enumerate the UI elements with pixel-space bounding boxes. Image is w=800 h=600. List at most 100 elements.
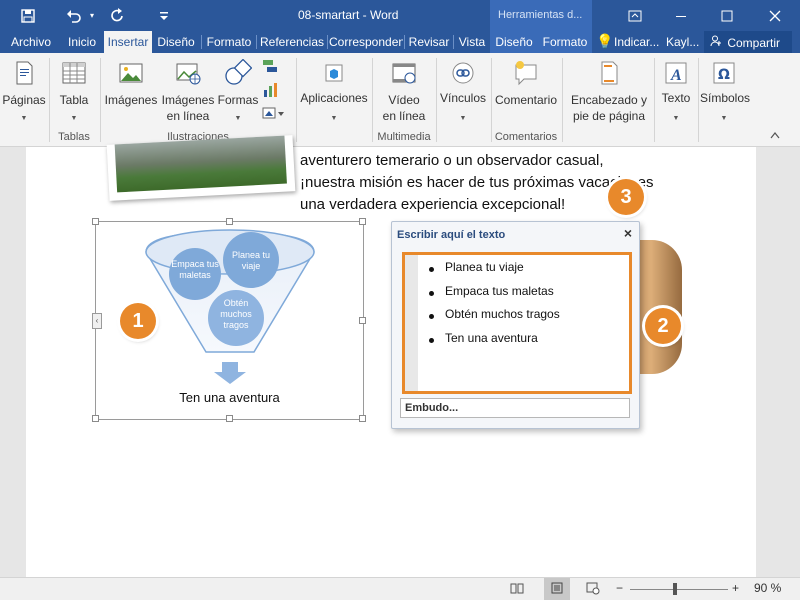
chart-icon[interactable] xyxy=(262,82,282,98)
funnel-circle-2-label: Planea tu viaje xyxy=(231,250,271,271)
shapes-button[interactable]: Formas ▼ xyxy=(216,53,260,129)
zoom-in-icon[interactable]: + xyxy=(732,581,739,595)
tab-separator xyxy=(201,35,202,49)
group-separator xyxy=(654,58,655,142)
group-separator xyxy=(100,58,101,142)
online-video-label-2: en línea xyxy=(382,109,426,123)
comment-icon xyxy=(512,59,540,87)
tab-diseno[interactable]: Diseño xyxy=(154,31,198,53)
images-button[interactable]: Imágenes xyxy=(103,53,159,129)
pages-button[interactable]: Páginas ▼ xyxy=(2,53,46,129)
text-pane-item[interactable]: Empaca tus maletas xyxy=(445,284,554,298)
status-bar: − + 90 % xyxy=(0,577,800,600)
vertical-scrollbar[interactable] xyxy=(783,147,800,577)
contextual-tools-title: Herramientas d... xyxy=(490,0,592,31)
resize-handle[interactable] xyxy=(359,317,366,324)
group-separator xyxy=(436,58,437,142)
page-icon xyxy=(10,59,38,87)
tab-separator xyxy=(327,35,328,49)
resize-handle[interactable] xyxy=(92,218,99,225)
tab-inicio[interactable]: Inicio xyxy=(62,31,102,53)
text-box-icon: A xyxy=(662,59,690,87)
tab-archivo[interactable]: Archivo xyxy=(4,31,58,53)
zoom-slider[interactable] xyxy=(630,589,728,590)
zoom-slider-thumb[interactable] xyxy=(673,583,677,595)
web-layout-icon[interactable] xyxy=(586,581,600,598)
user-name[interactable]: Kayl... xyxy=(666,31,702,53)
resize-handle[interactable] xyxy=(359,415,366,422)
links-label: Vínculos xyxy=(439,91,487,105)
undo-dropdown-icon[interactable]: ▾ xyxy=(78,0,106,31)
resize-handle[interactable] xyxy=(226,415,233,422)
text-pane-toggle[interactable]: ‹ xyxy=(92,313,102,329)
tab-formato[interactable]: Formato xyxy=(203,31,255,53)
table-label: Tabla xyxy=(59,93,89,107)
save-icon[interactable] xyxy=(14,0,42,31)
redo-icon[interactable] xyxy=(104,0,132,31)
group-label-multimedia: Multimedia xyxy=(377,131,431,143)
tab-smartart-diseno[interactable]: Diseño xyxy=(490,31,538,53)
document-photo[interactable] xyxy=(106,135,296,201)
bullet-icon xyxy=(429,267,434,272)
ribbon: Páginas ▼ Tabla ▼ Tablas Imágenes Imágen… xyxy=(0,53,800,147)
text-pane-item[interactable]: Planea tu viaje xyxy=(445,260,524,274)
text-pane: Escribir aquí el texto × Planea tu viaje… xyxy=(391,221,640,429)
group-separator xyxy=(49,58,50,142)
table-button[interactable]: Tabla ▼ xyxy=(52,53,96,129)
chevron-down-icon: ▼ xyxy=(234,115,242,122)
close-icon[interactable] xyxy=(752,0,798,31)
close-icon[interactable]: × xyxy=(624,225,632,241)
resize-handle[interactable] xyxy=(359,218,366,225)
online-images-button[interactable]: Imágenes en línea xyxy=(160,53,216,129)
body-text-line-1[interactable]: aventurero temerario o un observador cas… xyxy=(300,152,604,169)
tab-correspondencia[interactable]: Correspondencia xyxy=(329,31,403,53)
zoom-level[interactable]: 90 % xyxy=(754,581,781,595)
print-layout-icon[interactable] xyxy=(544,578,570,600)
tab-revisar[interactable]: Revisar xyxy=(406,31,452,53)
shapes-label: Formas xyxy=(217,93,259,107)
text-button[interactable]: A Texto ▼ xyxy=(656,53,696,129)
smartart-result-label[interactable]: Ten una aventura xyxy=(95,390,364,405)
ribbon-display-options-icon[interactable] xyxy=(612,0,658,31)
group-separator xyxy=(372,58,373,142)
layout-name-link[interactable]: Embudo... xyxy=(400,398,630,418)
picture-icon xyxy=(117,59,145,87)
images-label: Imágenes xyxy=(104,93,158,107)
link-icon xyxy=(449,59,477,87)
zoom-out-icon[interactable]: − xyxy=(616,581,623,595)
text-pane-item[interactable]: Obtén muchos tragos xyxy=(445,307,560,321)
tab-vista[interactable]: Vista xyxy=(455,31,489,53)
comment-button[interactable]: Comentario xyxy=(493,53,559,129)
body-text-line-3[interactable]: una verdadera experiencia excepcional! xyxy=(300,196,565,213)
online-video-button[interactable]: Vídeo en línea xyxy=(375,53,433,129)
online-video-label-1: Vídeo xyxy=(388,93,420,107)
chevron-down-icon: ▼ xyxy=(20,115,28,122)
apps-button[interactable]: Aplicaciones ▼ xyxy=(298,53,370,129)
header-footer-icon xyxy=(595,59,623,87)
resize-handle[interactable] xyxy=(226,218,233,225)
header-footer-button[interactable]: Encabezado y pie de página xyxy=(564,53,654,129)
symbols-button[interactable]: Ω Símbolos ▼ xyxy=(700,53,750,129)
resize-handle[interactable] xyxy=(92,415,99,422)
lightbulb-icon[interactable]: 💡 xyxy=(596,31,613,53)
body-text-line-2[interactable]: ¡nuestra misión es hacer de tus próximas… xyxy=(300,174,654,191)
tab-insertar[interactable]: Insertar xyxy=(104,31,152,53)
share-button[interactable]: Compartir xyxy=(704,31,792,53)
group-separator xyxy=(296,58,297,142)
tell-me-box[interactable]: Indicar... xyxy=(614,31,666,53)
minimize-icon[interactable] xyxy=(658,0,704,31)
read-mode-icon[interactable] xyxy=(510,581,524,598)
maximize-icon[interactable] xyxy=(704,0,750,31)
links-button[interactable]: Vínculos ▼ xyxy=(438,53,488,129)
group-label-comments: Comentarios xyxy=(494,131,558,143)
customize-quick-access-icon[interactable] xyxy=(150,0,178,31)
text-pane-item[interactable]: Ten una aventura xyxy=(445,331,538,345)
tab-referencias[interactable]: Referencias xyxy=(258,31,326,53)
bullet-icon xyxy=(429,338,434,343)
collapse-ribbon-icon[interactable] xyxy=(770,131,780,142)
screenshot-icon[interactable] xyxy=(262,105,288,121)
online-images-label-2: en línea xyxy=(166,109,210,123)
text-pane-list[interactable]: Planea tu viaje Empaca tus maletas Obtén… xyxy=(402,252,632,394)
smartart-icon[interactable] xyxy=(262,59,282,75)
tab-smartart-formato[interactable]: Formato xyxy=(538,31,592,53)
